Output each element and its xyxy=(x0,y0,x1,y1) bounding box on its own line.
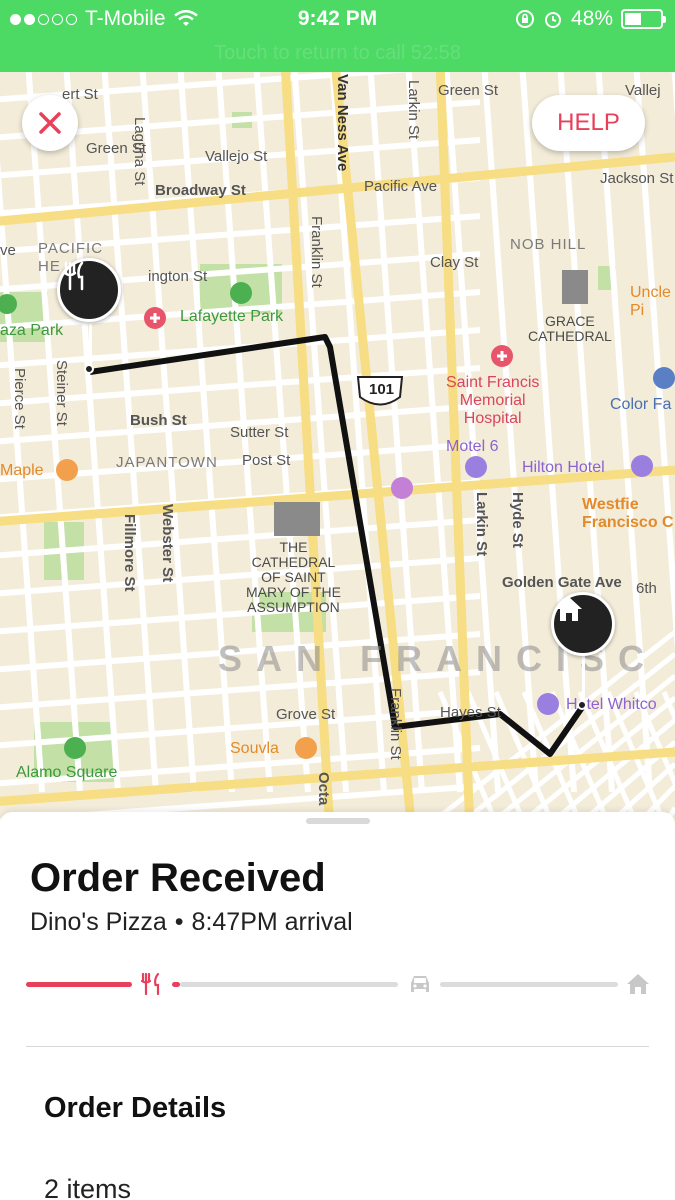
home-icon xyxy=(556,597,582,621)
divider xyxy=(26,1046,649,1047)
status-bar: Touch to return to call 52:58 T-Mobile 9… xyxy=(0,0,675,72)
order-progress xyxy=(26,970,651,1000)
close-button[interactable] xyxy=(22,95,78,151)
order-details-title: Order Details xyxy=(44,1092,227,1124)
restaurant-pin[interactable] xyxy=(57,258,121,322)
home-icon xyxy=(627,974,649,994)
fork-knife-icon xyxy=(63,261,84,291)
order-status-sheet[interactable]: Order Received Dino's Pizza • 8:47PM arr… xyxy=(0,812,675,1200)
home-pin[interactable] xyxy=(551,592,615,656)
items-count[interactable]: 2 items xyxy=(44,1174,131,1200)
restaurant-name: Dino's Pizza xyxy=(30,908,167,936)
return-to-call-banner[interactable]: Touch to return to call 52:58 xyxy=(0,42,675,65)
car-icon xyxy=(411,976,429,992)
poi-markers xyxy=(0,270,675,759)
close-icon xyxy=(39,112,61,134)
progress-segment-preparing-start xyxy=(172,982,180,987)
battery-percent: 48% xyxy=(570,7,613,30)
alarm-icon xyxy=(544,12,561,28)
order-subtitle: Dino's Pizza • 8:47PM arrival xyxy=(30,908,353,937)
map-view[interactable]: 101 ert St Green St Green St Vallejo St … xyxy=(0,72,675,832)
progress-segment-received xyxy=(26,982,132,987)
help-button[interactable]: HELP xyxy=(532,95,645,151)
orientation-lock-icon xyxy=(515,10,534,28)
progress-segment-delivering xyxy=(440,982,618,987)
arrival-time: 8:47PM arrival xyxy=(191,908,353,936)
separator-dot: • xyxy=(174,908,184,936)
progress-segment-preparing xyxy=(180,982,398,987)
order-status-title: Order Received xyxy=(30,856,326,900)
fork-knife-icon xyxy=(140,972,160,996)
battery-icon xyxy=(621,9,666,29)
sheet-grabber[interactable] xyxy=(306,818,370,824)
